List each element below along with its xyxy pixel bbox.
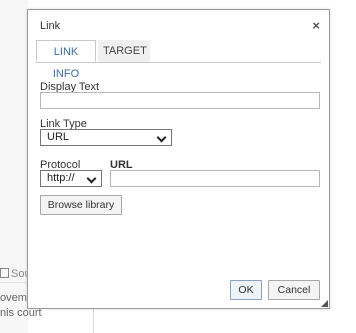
- cancel-button[interactable]: Cancel: [268, 280, 320, 300]
- background-panel: [0, 0, 28, 333]
- tab-link-info[interactable]: LINK INFO: [36, 40, 96, 80]
- protocol-select[interactable]: http://: [40, 170, 102, 187]
- background-divider: [0, 282, 28, 283]
- ok-button[interactable]: OK: [230, 280, 262, 300]
- link-dialog: Link × LINK INFO TARGET Display Text Lin…: [27, 9, 330, 309]
- link-type-value: URL: [47, 131, 70, 143]
- url-field[interactable]: [110, 170, 320, 187]
- source-icon: [0, 268, 9, 278]
- background-source-button[interactable]: Sou: [0, 268, 31, 280]
- display-text-field[interactable]: [40, 92, 320, 109]
- close-icon[interactable]: ×: [312, 18, 320, 33]
- chevron-down-icon: [86, 173, 97, 184]
- resize-grip-icon[interactable]: [321, 300, 328, 307]
- background-text-row: ovem: [0, 292, 27, 304]
- browse-library-button[interactable]: Browse library: [40, 195, 122, 215]
- chevron-down-icon: [156, 132, 167, 143]
- tab-target[interactable]: TARGET: [98, 40, 150, 62]
- protocol-value: http://: [47, 172, 75, 184]
- tab-divider: [36, 62, 321, 63]
- dialog-title: Link: [40, 20, 61, 32]
- link-type-select[interactable]: URL: [40, 129, 172, 146]
